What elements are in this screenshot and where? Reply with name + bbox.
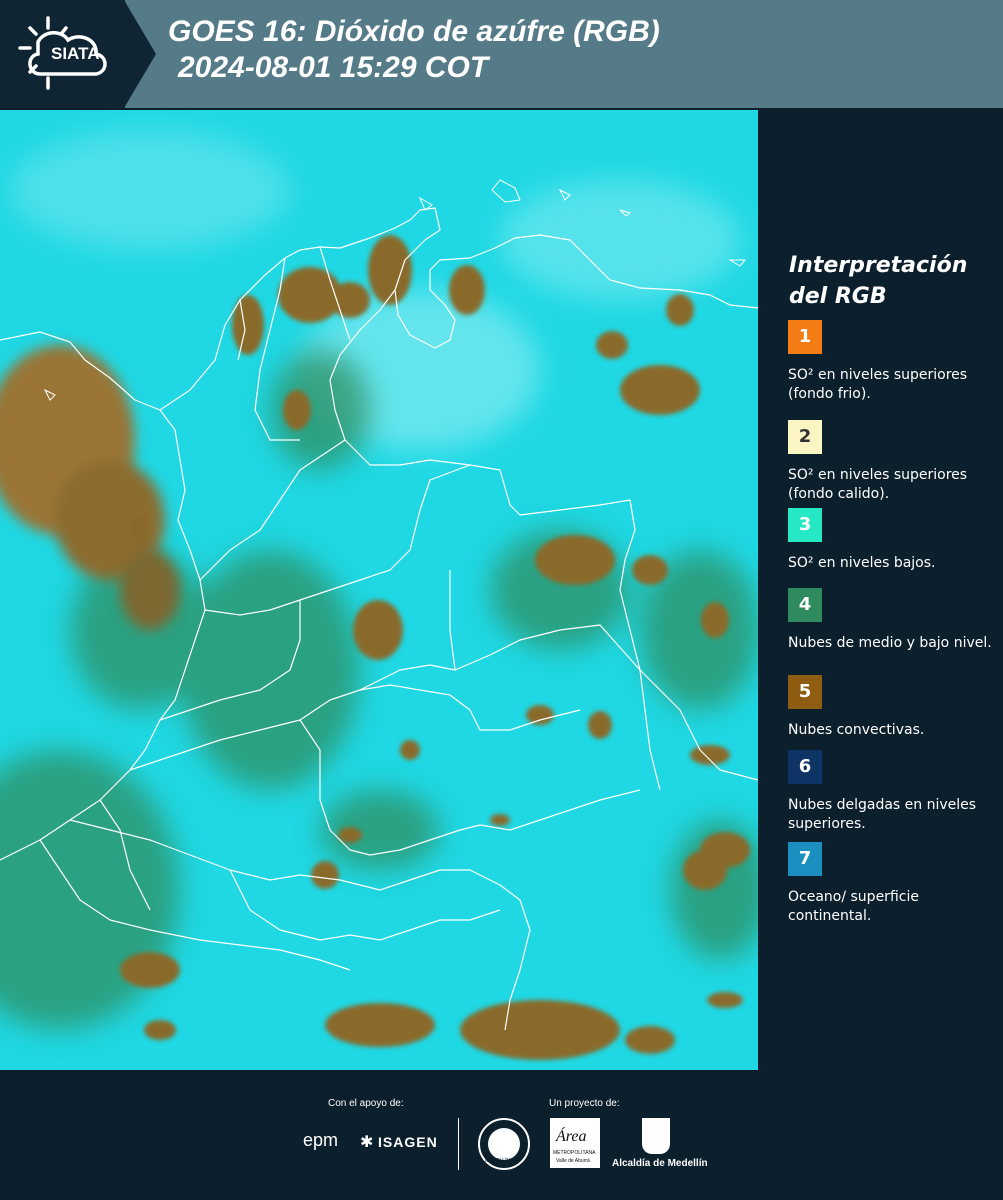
legend-swatch: 2 bbox=[788, 420, 822, 454]
logo-text: SIATA bbox=[51, 44, 100, 63]
legend-item-3: 3 SO² en niveles bajos. bbox=[788, 508, 993, 592]
legend-swatch: 5 bbox=[788, 675, 822, 709]
page-title: GOES 16: Dióxido de azúfre (RGB) 2024-08… bbox=[168, 14, 660, 86]
footer: Con el apoyo de: Un proyecto de: epm ✱ I… bbox=[0, 1070, 1003, 1200]
legend-item-4: 4 Nubes de medio y bajo nivel. bbox=[788, 588, 993, 672]
legend-title-line-2: del RGB bbox=[789, 284, 887, 309]
epm-logo: epm bbox=[303, 1130, 339, 1150]
title-line-1: GOES 16: Dióxido de azúfre (RGB) bbox=[168, 15, 660, 48]
legend-swatch: 4 bbox=[788, 588, 822, 622]
legend-swatch: 6 bbox=[788, 750, 822, 784]
isagen-star-icon: ✱ bbox=[360, 1132, 374, 1151]
isagen-logo: ISAGEN bbox=[378, 1134, 438, 1150]
legend-item-text: SO² en niveles bajos. bbox=[788, 555, 936, 571]
area-logo-text: Área bbox=[556, 1128, 587, 1145]
legend-item-text: Nubes de medio y bajo nivel. bbox=[788, 635, 992, 651]
header-bar: SIATA GOES 16: Dióxido de azúfre (RGB) 2… bbox=[0, 0, 1003, 108]
support-label: Con el apoyo de: bbox=[328, 1098, 404, 1109]
legend-item-6: 6 Nubes delgadas en niveles superiores. bbox=[788, 750, 993, 834]
legend-item-1: 1 SO² en niveles superiores (fondo frio). bbox=[788, 320, 993, 404]
legend-title: Interpretación del RGB bbox=[789, 250, 967, 312]
legend-swatch: 7 bbox=[788, 842, 822, 876]
satellite-map bbox=[0, 110, 758, 1070]
legend-swatch: 1 bbox=[788, 320, 822, 354]
legend-item-text: SO² en niveles superiores (fondo calido)… bbox=[788, 467, 968, 502]
legend-item-5: 5 Nubes convectivas. bbox=[788, 675, 993, 759]
area-logo-sub: METROPOLITANA bbox=[553, 1150, 596, 1156]
legend-swatch: 3 bbox=[788, 508, 822, 542]
legend-item-text: Nubes delgadas en niveles superiores. bbox=[788, 797, 977, 832]
siata-logo: SIATA bbox=[0, 0, 125, 108]
alcaldia-shield-icon bbox=[642, 1118, 670, 1154]
project-label: Un proyecto de: bbox=[549, 1098, 620, 1109]
legend-item-2: 2 SO² en niveles superiores (fondo calido… bbox=[788, 420, 993, 504]
logo-arrow bbox=[124, 0, 156, 108]
area-metropolitana-logo: Área METROPOLITANA Valle de Aburrá bbox=[550, 1118, 600, 1168]
alcaldia-logo-text: Alcaldía de Medellín bbox=[612, 1158, 708, 1169]
legend-panel: Interpretación del RGB 1 SO² en niveles s… bbox=[760, 110, 1003, 1070]
legend-title-line-1: Interpretación bbox=[789, 253, 968, 278]
legend-item-text: SO² en niveles superiores (fondo frio). bbox=[788, 367, 968, 402]
footer-separator bbox=[458, 1118, 459, 1170]
legend-item-7: 7 Oceano/ superficie continental. bbox=[788, 842, 993, 926]
medellin-seal-icon: MEDELLÍN bbox=[478, 1118, 530, 1170]
legend-item-text: Oceano/ superficie continental. bbox=[788, 889, 919, 924]
title-line-2: 2024-08-01 15:29 COT bbox=[178, 51, 489, 84]
area-logo-sub2: Valle de Aburrá bbox=[556, 1158, 590, 1164]
medellin-seal-text: MEDELLÍN bbox=[485, 1158, 511, 1164]
